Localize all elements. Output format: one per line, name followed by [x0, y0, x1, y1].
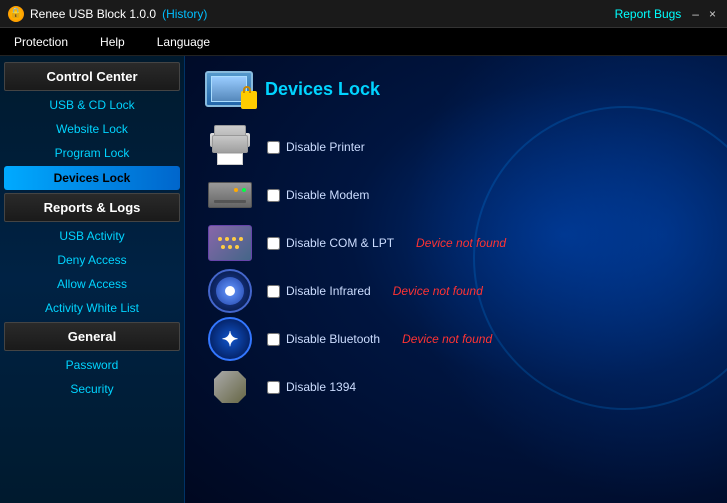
ieee1394-label: Disable 1394 [286, 380, 356, 394]
bluetooth-status: Device not found [402, 332, 492, 346]
device-row-printer: Disable Printer [205, 127, 707, 167]
infrared-inner [216, 277, 244, 305]
modem-icon-wrap [205, 175, 255, 215]
printer-checkbox[interactable] [267, 141, 280, 154]
menu-bar: Protection Help Language [0, 28, 727, 56]
sidebar-item-allow-access[interactable]: Allow Access [0, 272, 184, 296]
com-lpt-label: Disable COM & LPT [286, 236, 394, 250]
menu-protection[interactable]: Protection [8, 31, 74, 53]
sidebar-item-usb-cd-lock[interactable]: USB & CD Lock [0, 93, 184, 117]
ieee1394-icon-wrap [205, 367, 255, 407]
report-bugs-link[interactable]: Report Bugs [615, 7, 682, 21]
infrared-label: Disable Infrared [286, 284, 371, 298]
device-row-ieee1394: Disable 1394 [205, 367, 707, 407]
title-bar: 🔒 Renee USB Block 1.0.0 (History) Report… [0, 0, 727, 28]
infrared-checkbox-label[interactable]: Disable Infrared [267, 284, 371, 298]
menu-language[interactable]: Language [151, 31, 216, 53]
device-row-com-lpt: Disable COM & LPT Device not found [205, 223, 707, 263]
title-bar-right: Report Bugs – × [615, 7, 719, 21]
bluetooth-symbol: ✦ [222, 327, 239, 352]
bluetooth-checkbox[interactable] [267, 333, 280, 346]
com-lpt-checkbox[interactable] [267, 237, 280, 250]
com-icon-wrap [205, 223, 255, 263]
section-header-general: General [4, 322, 180, 351]
lock-shackle [243, 86, 251, 93]
infrared-icon-wrap [205, 271, 255, 311]
com-lpt-status: Device not found [416, 236, 506, 250]
printer-icon-wrap [205, 127, 255, 167]
content-area: Devices Lock Disable Printer [185, 56, 727, 503]
device-row-modem: Disable Modem [205, 175, 707, 215]
infrared-icon [208, 269, 252, 313]
infrared-center [225, 286, 235, 296]
modem-checkbox[interactable] [267, 189, 280, 202]
modem-checkbox-label[interactable]: Disable Modem [267, 188, 369, 202]
sidebar-item-usb-activity[interactable]: USB Activity [0, 224, 184, 248]
printer-label: Disable Printer [286, 140, 365, 154]
modem-label: Disable Modem [286, 188, 369, 202]
infrared-status: Device not found [393, 284, 483, 298]
menu-help[interactable]: Help [94, 31, 131, 53]
app-name: Renee USB Block 1.0.0 [30, 7, 156, 21]
history-label: (History) [162, 7, 207, 21]
device-row-infrared: Disable Infrared Device not found [205, 271, 707, 311]
page-title: Devices Lock [265, 79, 380, 100]
device-row-bluetooth: ✦ Disable Bluetooth Device not found [205, 319, 707, 359]
sidebar: Control Center USB & CD Lock Website Loc… [0, 56, 185, 503]
monitor-icon [205, 71, 253, 107]
sidebar-item-security[interactable]: Security [0, 377, 184, 401]
lock-overlay [241, 91, 257, 109]
sidebar-item-program-lock[interactable]: Program Lock [0, 141, 184, 165]
title-bar-left: 🔒 Renee USB Block 1.0.0 (History) [8, 6, 207, 22]
ieee1394-checkbox[interactable] [267, 381, 280, 394]
window-controls: – × [689, 7, 719, 21]
device-list: Disable Printer Disable Modem [205, 127, 707, 407]
sidebar-item-password[interactable]: Password [0, 353, 184, 377]
main-layout: Control Center USB & CD Lock Website Loc… [0, 56, 727, 503]
section-header-control-center: Control Center [4, 62, 180, 91]
minimize-button[interactable]: – [689, 7, 702, 21]
sidebar-item-deny-access[interactable]: Deny Access [0, 248, 184, 272]
section-header-reports-logs: Reports & Logs [4, 193, 180, 222]
page-header: Devices Lock [205, 71, 707, 107]
app-icon: 🔒 [8, 6, 24, 22]
infrared-checkbox[interactable] [267, 285, 280, 298]
bluetooth-icon-wrap: ✦ [205, 319, 255, 359]
bluetooth-checkbox-label[interactable]: Disable Bluetooth [267, 332, 380, 346]
printer-checkbox-label[interactable]: Disable Printer [267, 140, 365, 154]
bluetooth-label: Disable Bluetooth [286, 332, 380, 346]
com-lpt-checkbox-label[interactable]: Disable COM & LPT [267, 236, 394, 250]
sidebar-item-devices-lock[interactable]: Devices Lock [4, 166, 180, 190]
page-header-icon [205, 71, 253, 107]
sidebar-item-activity-white-list[interactable]: Activity White List [0, 296, 184, 320]
ieee1394-checkbox-label[interactable]: Disable 1394 [267, 380, 356, 394]
sidebar-item-website-lock[interactable]: Website Lock [0, 117, 184, 141]
close-button[interactable]: × [706, 7, 719, 21]
bluetooth-icon: ✦ [208, 317, 252, 361]
